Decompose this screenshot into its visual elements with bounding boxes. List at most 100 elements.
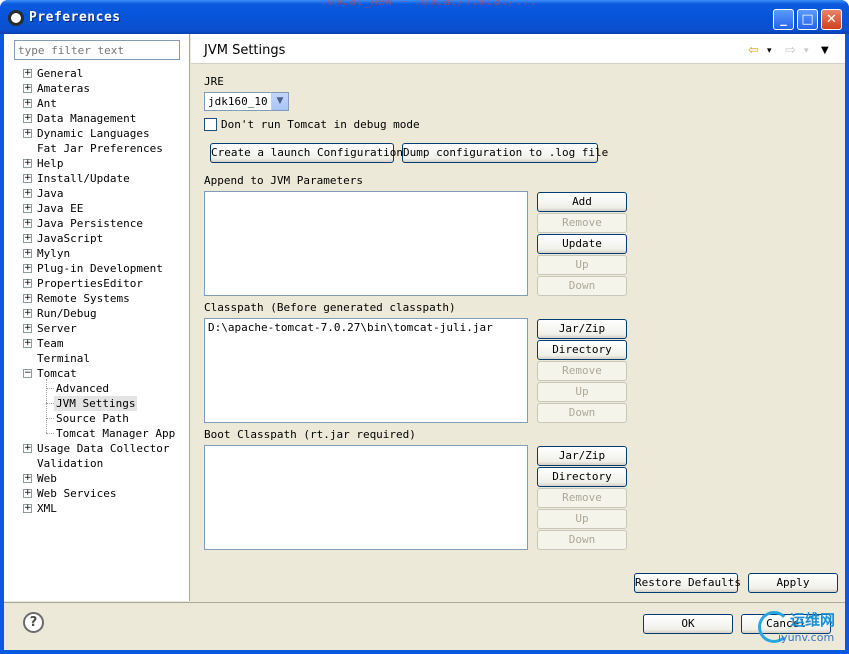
tree-item-label: Mylyn (37, 247, 71, 260)
classpath-down-button[interactable]: Down (537, 403, 627, 423)
move-up-jvm-parameter-button[interactable]: Up (537, 255, 627, 275)
forward-menu-icon[interactable]: ▾ (804, 46, 809, 56)
boot-add-directory-button[interactable]: Directory (537, 467, 627, 487)
expand-icon[interactable]: + (23, 84, 32, 93)
view-menu-icon[interactable]: ▼ (821, 45, 829, 56)
ok-button[interactable]: OK (643, 614, 733, 634)
tree-item[interactable]: + Install/Update (4, 171, 190, 186)
tree-item[interactable]: + Mylyn (4, 246, 190, 261)
tree-item[interactable]: Source Path (4, 411, 190, 426)
boot-classpath-list[interactable] (204, 445, 528, 550)
classpath-add-jar-button[interactable]: Jar/Zip (537, 319, 627, 339)
title-bar[interactable]: Tomcat_new - Tomcat/Tomcat/... Preferenc… (0, 0, 849, 34)
tree-item[interactable]: Advanced (4, 381, 190, 396)
expand-icon[interactable]: + (23, 129, 32, 138)
back-menu-icon[interactable]: ▾ (767, 46, 772, 56)
tree-item[interactable]: Terminal (4, 351, 190, 366)
tree-item[interactable]: + PropertiesEditor (4, 276, 190, 291)
tree-item[interactable]: + Web Services (4, 486, 190, 501)
apply-button[interactable]: Apply (748, 573, 838, 593)
back-arrow-icon[interactable]: ⇦ (748, 43, 759, 58)
expand-icon[interactable]: + (23, 294, 32, 303)
page-title: JVM Settings (204, 43, 286, 58)
dialog-client-area: + General + Amateras + Ant + Data Management + Dy… (4, 34, 845, 650)
expand-icon[interactable]: + (23, 189, 32, 198)
expand-icon[interactable]: + (23, 204, 32, 213)
move-down-jvm-parameter-button[interactable]: Down (537, 276, 627, 296)
tree-item[interactable]: + Help (4, 156, 190, 171)
filter-input[interactable] (14, 40, 180, 60)
classpath-add-directory-button[interactable]: Directory (537, 340, 627, 360)
tree-item[interactable]: + XML (4, 501, 190, 516)
append-jvm-label: Append to JVM Parameters (204, 174, 363, 187)
expand-icon[interactable]: + (23, 309, 32, 318)
expand-icon[interactable]: + (23, 444, 32, 453)
tree-item[interactable]: + Java EE (4, 201, 190, 216)
jre-select[interactable]: jdk160_10 ▼ (204, 92, 289, 111)
tree-item[interactable]: JVM Settings (4, 396, 190, 411)
list-item[interactable]: D:\apache-tomcat-7.0.27\bin\tomcat-juli.… (208, 321, 524, 334)
remove-jvm-parameter-button[interactable]: Remove (537, 213, 627, 233)
collapse-icon[interactable]: − (23, 369, 32, 378)
tree-connector (46, 418, 54, 419)
expand-icon[interactable]: + (23, 69, 32, 78)
classpath-remove-button[interactable]: Remove (537, 361, 627, 381)
expand-icon[interactable]: + (23, 324, 32, 333)
boot-up-button[interactable]: Up (537, 509, 627, 529)
tree-item[interactable]: + Java (4, 186, 190, 201)
tree-item-label: Amateras (37, 82, 90, 95)
boot-down-button[interactable]: Down (537, 530, 627, 550)
create-launch-configuration-button[interactable]: Create a launch Configuration (210, 143, 403, 163)
tree-item[interactable]: + General (4, 66, 190, 81)
expand-icon[interactable]: + (23, 279, 32, 288)
tree-item[interactable]: + Java Persistence (4, 216, 190, 231)
tree-item[interactable]: − Tomcat (4, 366, 190, 381)
help-icon[interactable]: ? (23, 612, 44, 633)
tree-item-label: XML (37, 502, 57, 515)
tree-item[interactable]: + Plug-in Development (4, 261, 190, 276)
debug-mode-checkbox[interactable] (204, 118, 217, 131)
tree-item[interactable]: Fat Jar Preferences (4, 141, 190, 156)
classpath-up-button[interactable]: Up (537, 382, 627, 402)
add-jvm-parameter-button[interactable]: Add (537, 192, 627, 212)
expand-icon[interactable]: + (23, 159, 32, 168)
tree-item[interactable]: + Remote Systems (4, 291, 190, 306)
tree-item[interactable]: + Team (4, 336, 190, 351)
expand-icon[interactable]: + (23, 264, 32, 273)
expand-icon[interactable]: + (23, 504, 32, 513)
tree-item[interactable]: + Server (4, 321, 190, 336)
expand-icon[interactable]: + (23, 339, 32, 348)
tree-item[interactable]: Tomcat Manager App (4, 426, 190, 441)
jvm-parameters-list[interactable] (204, 191, 528, 296)
tree-item[interactable]: Validation (4, 456, 190, 471)
expand-icon[interactable]: + (23, 99, 32, 108)
forward-arrow-icon[interactable]: ⇨ (785, 43, 796, 58)
tree-item[interactable]: + Run/Debug (4, 306, 190, 321)
expand-icon[interactable]: + (23, 249, 32, 258)
tree-item[interactable]: + Web (4, 471, 190, 486)
tree-item-label: Server (37, 322, 77, 335)
tree-item[interactable]: + JavaScript (4, 231, 190, 246)
update-jvm-parameter-button[interactable]: Update (537, 234, 627, 254)
dump-configuration-button[interactable]: Dump configuration to .log file (402, 143, 608, 163)
close-button[interactable]: ✕ (821, 9, 842, 30)
tree-item[interactable]: + Data Management (4, 111, 190, 126)
expand-icon[interactable]: + (23, 489, 32, 498)
expand-icon[interactable]: + (23, 114, 32, 123)
minimize-button[interactable]: _ (773, 9, 794, 30)
expand-icon[interactable]: + (23, 174, 32, 183)
expand-icon[interactable]: + (23, 474, 32, 483)
tree-item[interactable]: + Dynamic Languages (4, 126, 190, 141)
debug-mode-label: Don't run Tomcat in debug mode (221, 118, 420, 131)
expand-icon[interactable]: + (23, 219, 32, 228)
chevron-down-icon[interactable]: ▼ (271, 93, 288, 110)
tree-item[interactable]: + Amateras (4, 81, 190, 96)
tree-item[interactable]: + Ant (4, 96, 190, 111)
classpath-list[interactable]: D:\apache-tomcat-7.0.27\bin\tomcat-juli.… (204, 318, 528, 423)
tree-item[interactable]: + Usage Data Collector (4, 441, 190, 456)
maximize-button[interactable]: □ (797, 9, 818, 30)
restore-defaults-button[interactable]: Restore Defaults (634, 573, 741, 593)
expand-icon[interactable]: + (23, 234, 32, 243)
boot-add-jar-button[interactable]: Jar/Zip (537, 446, 627, 466)
boot-remove-button[interactable]: Remove (537, 488, 627, 508)
